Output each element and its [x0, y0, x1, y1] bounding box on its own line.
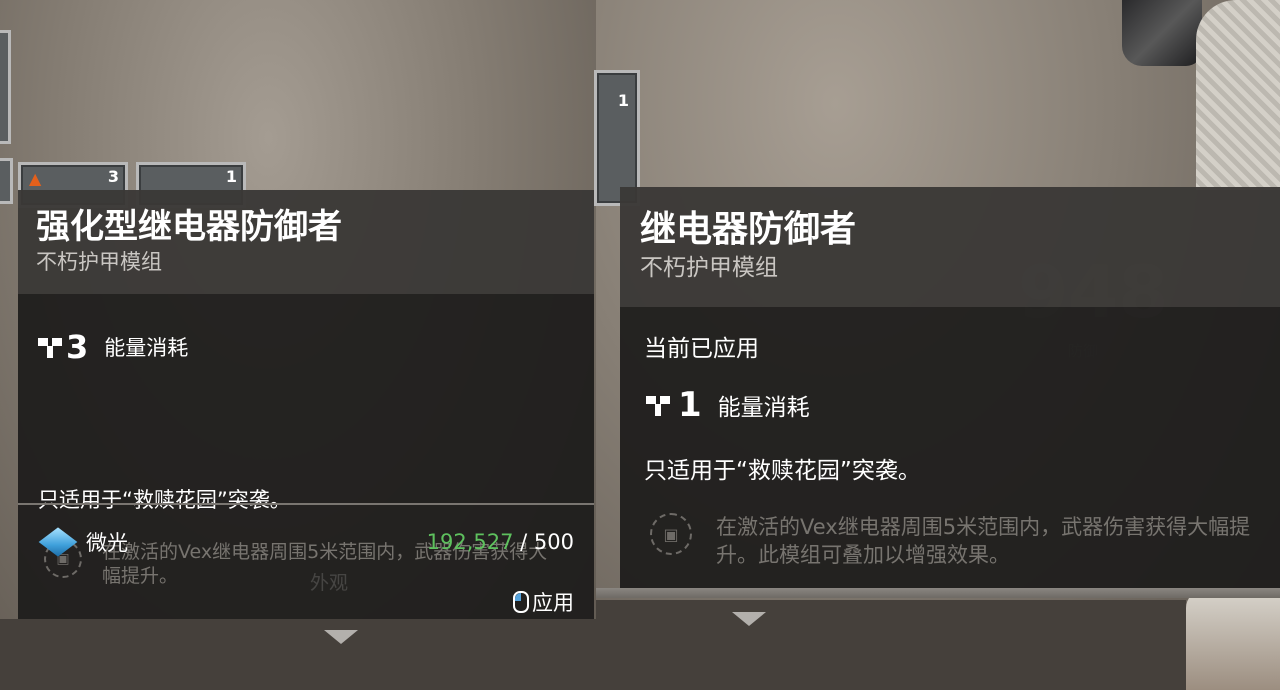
left-bottom-strip	[0, 619, 596, 690]
raid-requirement: 只适用于“救赎花园”突袭。	[644, 458, 921, 484]
energy-cost-label: 能量消耗	[104, 336, 189, 360]
energy-hammer-icon	[646, 394, 670, 416]
apply-label: 应用	[532, 591, 574, 615]
mouse-left-click-icon	[513, 591, 529, 613]
mod-subtitle: 不朽护甲模组	[640, 255, 778, 281]
currency-cost: 500	[533, 530, 574, 554]
tooltip-bottom-edge	[596, 588, 1280, 598]
tooltip-header: 强化型继电器防御者 不朽护甲模组	[18, 190, 594, 294]
slot-energy-count: 1	[617, 91, 629, 110]
currency-owned: 192,527	[426, 530, 514, 554]
relay-perk-icon: ▣	[650, 513, 692, 555]
slot-energy-count: 1	[225, 167, 237, 186]
scroll-down-arrow-icon[interactable]	[324, 630, 358, 644]
mod-tooltip-equipped: 继电器防御者 不朽护甲模组 当前已应用 1 能量消耗 只适用于“救赎花园”突袭。…	[620, 187, 1280, 589]
slot-energy-count: 3	[107, 167, 119, 186]
guardian-leg	[1186, 590, 1280, 690]
energy-cost-label: 能量消耗	[717, 395, 810, 421]
energy-cost-row: 3 能量消耗	[38, 328, 188, 366]
tooltip-divider	[18, 503, 594, 505]
mod-title: 强化型继电器防御者	[36, 207, 342, 247]
mod-tooltip-enhanced: 强化型继电器防御者 不朽护甲模组 3 能量消耗 只适用于“救赎花园”突袭。 ▣ …	[18, 190, 594, 619]
perk-description: 在激活的Vex继电器周围5米范围内，武器伤害获得大幅提升。此模组可叠加以增强效果…	[716, 515, 1251, 567]
energy-cost-value: 3	[66, 328, 89, 366]
right-bottom-strip	[596, 600, 1186, 690]
currency-separator: /	[513, 530, 534, 554]
currency-name: 微光	[86, 531, 128, 555]
energy-hammer-icon	[38, 336, 62, 358]
perk-row: ▣ 在激活的Vex继电器周围5米范围内，武器伤害获得大幅提升。此模组可叠加以增强…	[650, 513, 1260, 569]
tooltip-body: 当前已应用 1 能量消耗 只适用于“救赎花园”突袭。 ▣ 在激活的Vex继电器周…	[620, 307, 1280, 589]
mod-slot-ghost-equipped[interactable]: 1	[594, 70, 640, 206]
tooltip-header: 继电器防御者 不朽护甲模组	[620, 187, 1280, 307]
energy-cost-row: 1 能量消耗	[646, 385, 810, 425]
guardian-gauntlet	[1122, 0, 1202, 66]
tooltip-body: 3 能量消耗 只适用于“救赎花园”突袭。 ▣ 在激活的Vex继电器周围5米范围内…	[18, 294, 594, 619]
glimmer-icon	[38, 527, 78, 557]
left-edge-slot-mid	[0, 158, 13, 204]
mod-title: 继电器防御者	[640, 209, 857, 250]
left-edge-slot-top	[0, 30, 11, 144]
faded-background-label: 外观	[310, 572, 349, 594]
scroll-down-arrow-icon[interactable]	[732, 612, 766, 626]
guardian-cloak	[1196, 0, 1280, 190]
currency-cost-row: 微光 192,527 / 500	[38, 527, 574, 557]
apply-button[interactable]: 应用	[513, 587, 574, 617]
raid-requirement: 只适用于“救赎花园”突袭。	[38, 488, 291, 512]
applied-status: 当前已应用	[644, 336, 759, 362]
solar-flame-icon: ▲	[29, 169, 42, 188]
energy-cost-value: 1	[678, 385, 702, 425]
mod-subtitle: 不朽护甲模组	[36, 250, 162, 274]
